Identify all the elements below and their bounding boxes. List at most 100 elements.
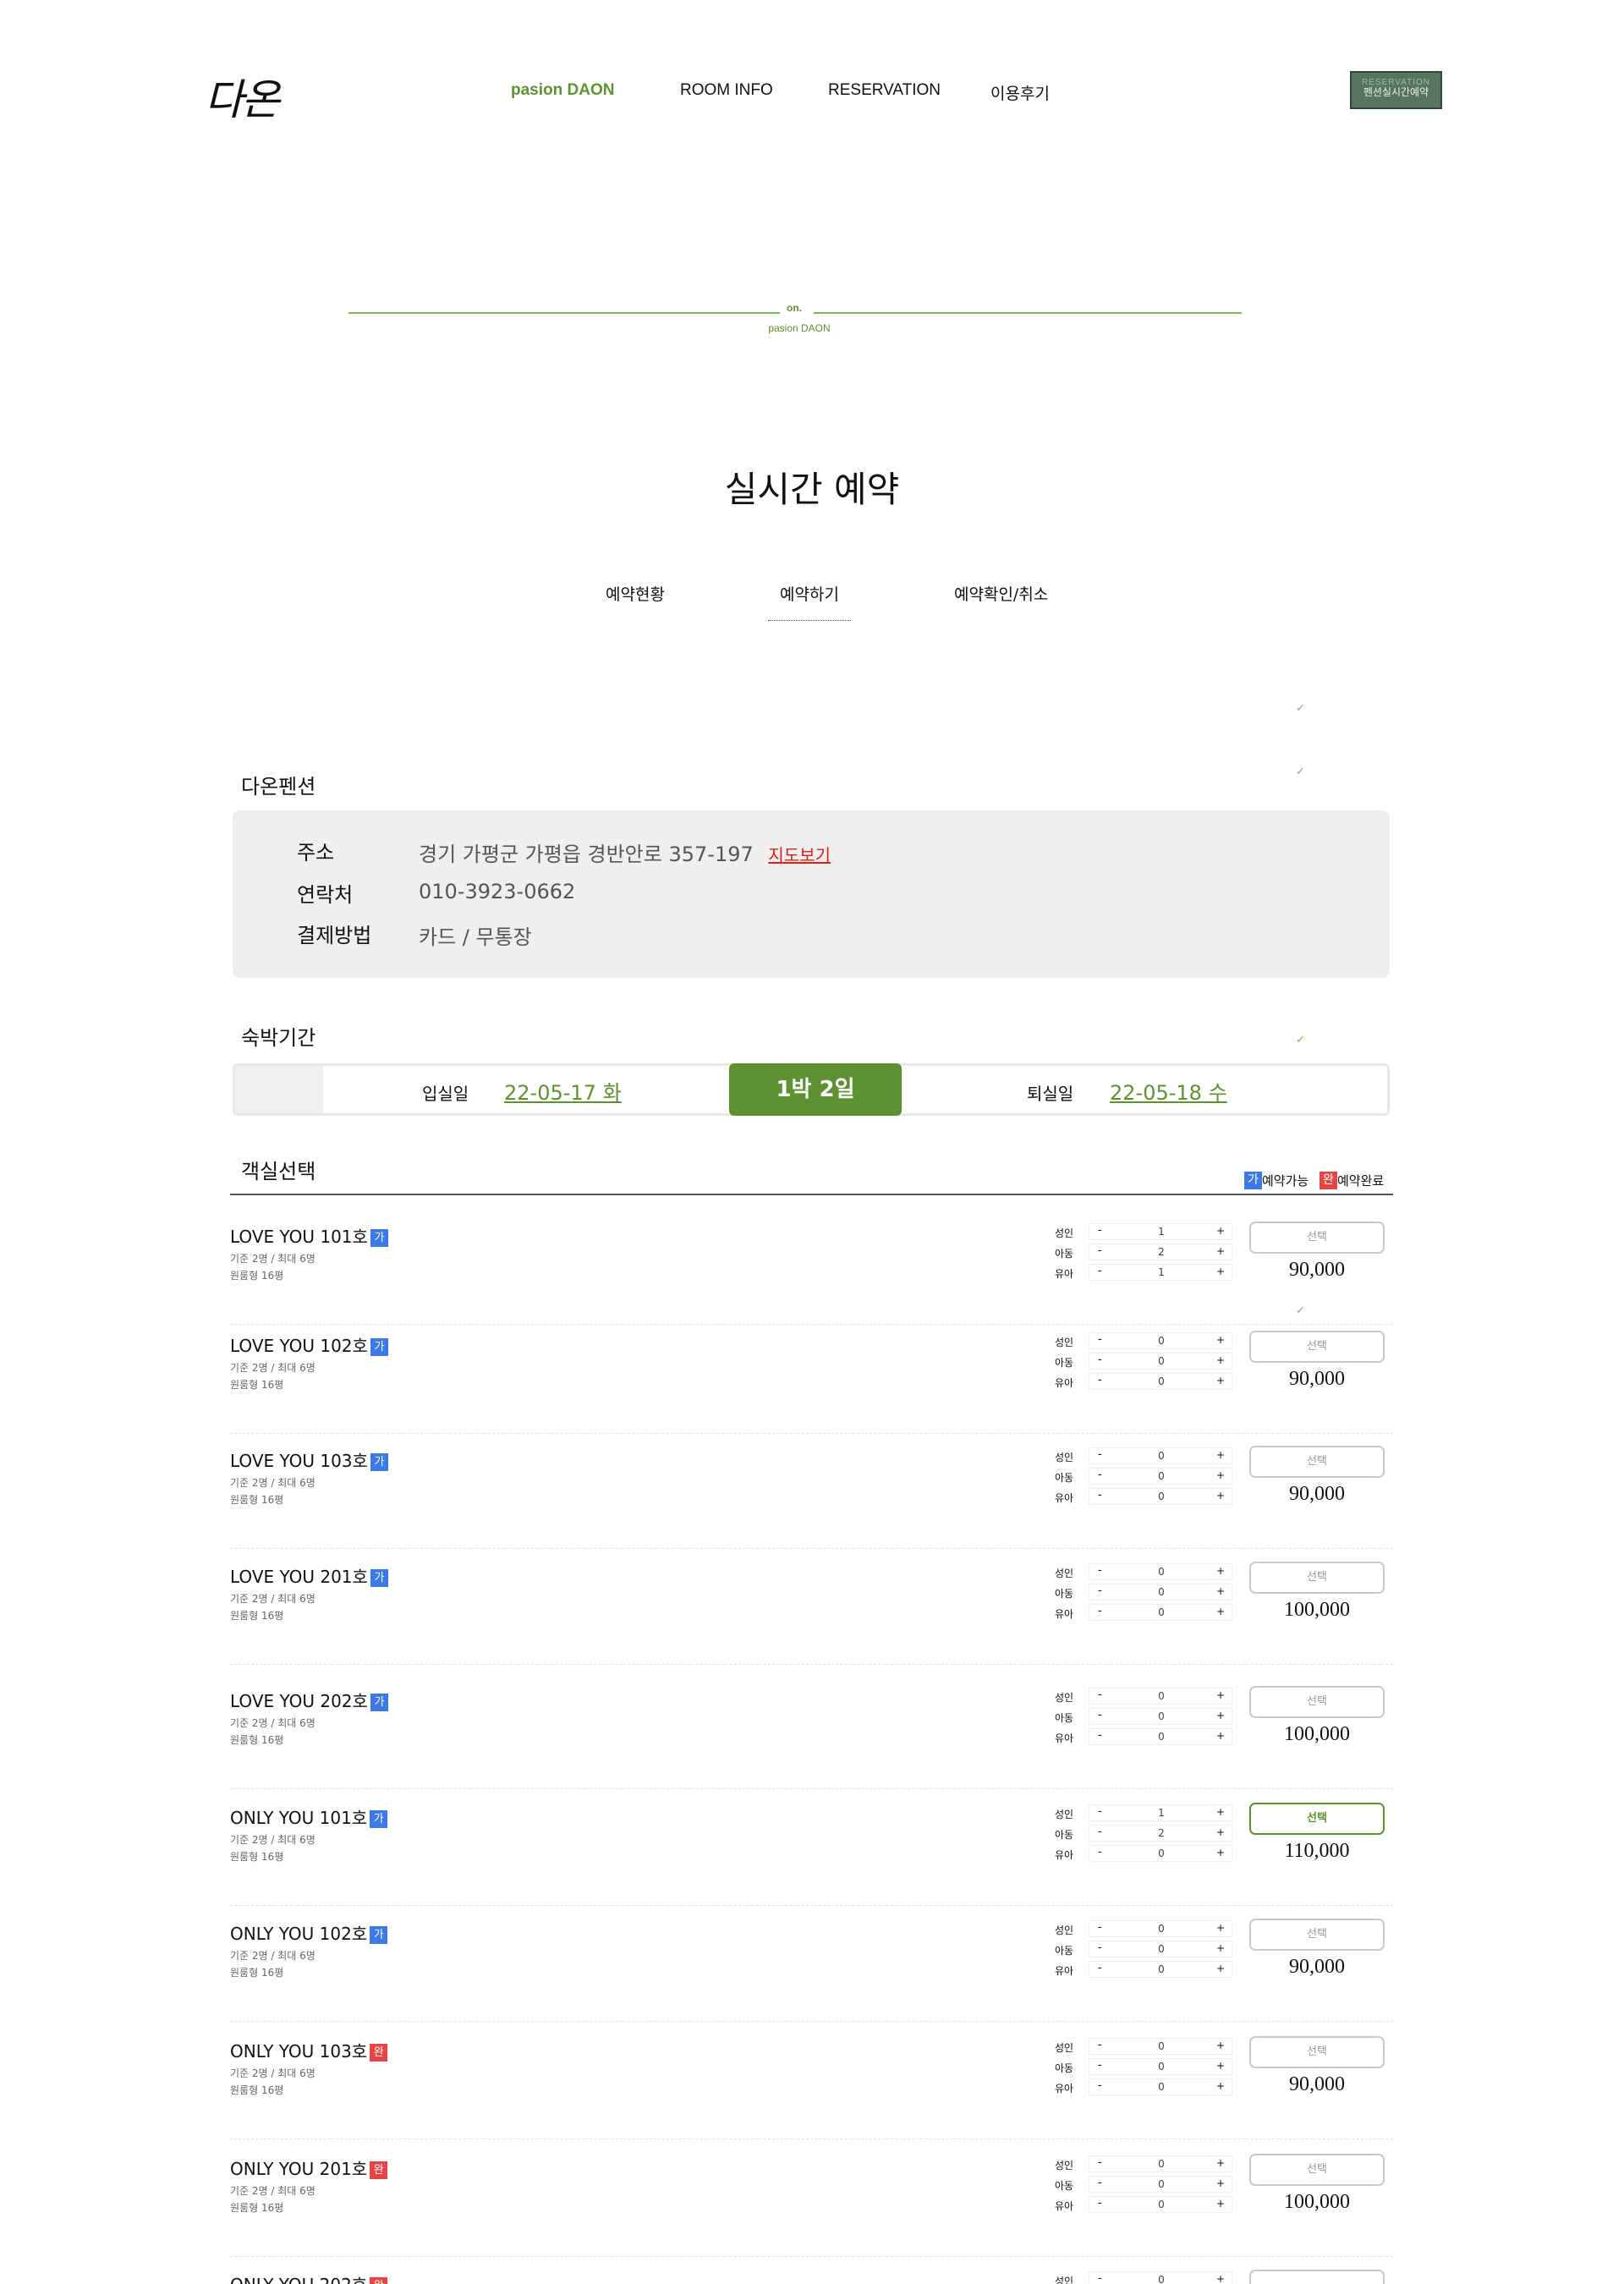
counter-label: 유아 bbox=[1055, 1377, 1074, 1389]
select-room-button[interactable] bbox=[1249, 2270, 1385, 2284]
address-label: 주소 bbox=[297, 841, 335, 865]
brand-sub-text: pasion DAON bbox=[768, 322, 831, 334]
increment-button[interactable]: + bbox=[1216, 1847, 1225, 1858]
increment-button[interactable]: + bbox=[1216, 2080, 1225, 2092]
counter-box: -0 + bbox=[1089, 2038, 1232, 2055]
increment-button[interactable]: + bbox=[1216, 1585, 1225, 1597]
counter-infant: 유아 -0 + bbox=[1055, 1373, 1232, 1392]
increment-button[interactable]: + bbox=[1216, 1266, 1225, 1277]
select-room-button[interactable]: 선택 bbox=[1249, 2036, 1385, 2068]
counter-adult: 성인 -0 + bbox=[1055, 1920, 1232, 1939]
increment-button[interactable]: + bbox=[1216, 2273, 1225, 2284]
nav-item-reviews[interactable]: 이용후기 bbox=[990, 81, 1050, 104]
increment-button[interactable]: + bbox=[1216, 1375, 1225, 1386]
increment-button[interactable]: + bbox=[1216, 2060, 1225, 2072]
increment-button[interactable]: + bbox=[1216, 1730, 1225, 1742]
counter-label: 아동 bbox=[1055, 1588, 1074, 1600]
phone-value: 010-3923-0662 bbox=[419, 880, 576, 903]
increment-button[interactable]: + bbox=[1216, 1606, 1225, 1617]
increment-button[interactable]: + bbox=[1216, 1942, 1225, 1954]
increment-button[interactable]: + bbox=[1216, 2177, 1225, 2189]
increment-button[interactable]: + bbox=[1216, 1245, 1225, 1257]
stay-left-cell bbox=[235, 1066, 323, 1113]
nav-item-room-info[interactable]: ROOM INFO bbox=[680, 81, 773, 100]
increment-button[interactable]: + bbox=[1216, 1334, 1225, 1346]
counter-value: 1 bbox=[1158, 1226, 1165, 1238]
room-name-text: ONLY YOU 102호 bbox=[230, 1924, 368, 1944]
room-capacity: 기준 2명 / 최대 6명 bbox=[230, 2185, 315, 2197]
nav-item-reservation[interactable]: RESERVATION bbox=[828, 81, 941, 100]
room-price: 90,000 bbox=[1289, 2073, 1345, 2095]
increment-button[interactable]: + bbox=[1216, 1826, 1225, 1838]
select-room-button[interactable]: 선택 bbox=[1249, 1331, 1385, 1363]
select-room-button[interactable]: 선택 bbox=[1249, 2154, 1385, 2186]
select-room-button[interactable]: 선택 bbox=[1249, 1803, 1385, 1835]
increment-button[interactable]: + bbox=[1216, 1490, 1225, 1502]
room-row: LOVE YOU 102호 가 기준 2명 / 최대 6명 원룸형 16평 성인 -0 + 아… bbox=[230, 1331, 1393, 1434]
counter-label: 유아 bbox=[1055, 1608, 1074, 1620]
increment-button[interactable]: + bbox=[1216, 2157, 1225, 2169]
increment-button[interactable]: + bbox=[1216, 2040, 1225, 2051]
counter-box: -1 + bbox=[1089, 1804, 1232, 1821]
increment-button[interactable]: + bbox=[1216, 1806, 1225, 1818]
counter-label: 유아 bbox=[1055, 2083, 1074, 2095]
select-room-button[interactable]: 선택 bbox=[1249, 1562, 1385, 1594]
increment-button[interactable]: + bbox=[1216, 1469, 1225, 1481]
select-room-button[interactable]: 선택 bbox=[1249, 1919, 1385, 1951]
room-size: 원룸형 16평 bbox=[230, 1851, 284, 1863]
completed-badge: 완 bbox=[370, 2044, 388, 2062]
map-link[interactable]: 지도보기 bbox=[768, 845, 831, 865]
counter-adult: 성인 -1 + bbox=[1055, 1223, 1232, 1242]
nav-item-pasion-daon[interactable]: pasion DAON bbox=[511, 81, 614, 100]
room-name: LOVE YOU 101호 가 bbox=[230, 1223, 388, 1248]
counter-child: 아동 -0 + bbox=[1055, 1584, 1232, 1602]
counter-value: 0 bbox=[1158, 1450, 1165, 1462]
counter-label: 성인 bbox=[1055, 2276, 1074, 2284]
select-room-button[interactable]: 선택 bbox=[1249, 1686, 1385, 1718]
tab-reservation-status[interactable]: 예약현황 bbox=[606, 582, 665, 605]
room-name: LOVE YOU 201호 가 bbox=[230, 1563, 388, 1588]
room-name-text: ONLY YOU 101호 bbox=[230, 1808, 368, 1828]
room-row: LOVE YOU 101호 가 기준 2명 / 최대 6명 원룸형 16평 성인 -1 + 아… bbox=[230, 1222, 1393, 1325]
increment-button[interactable]: + bbox=[1216, 1710, 1225, 1721]
legend-completed-text: 예약완료 bbox=[1336, 1173, 1385, 1189]
increment-button[interactable]: + bbox=[1216, 1225, 1225, 1237]
increment-button[interactable]: + bbox=[1216, 1449, 1225, 1461]
increment-button[interactable]: + bbox=[1216, 1963, 1225, 1974]
tab-make-reservation[interactable]: 예약하기 bbox=[768, 582, 851, 621]
checkin-date[interactable]: 22-05-17 화 bbox=[504, 1076, 622, 1106]
counter-value: 0 bbox=[1158, 1943, 1165, 1955]
counter-value: 0 bbox=[1158, 2081, 1165, 2093]
increment-button[interactable]: + bbox=[1216, 1565, 1225, 1577]
check-icon: ✓ bbox=[1296, 766, 1305, 778]
counter-value: 2 bbox=[1158, 1246, 1165, 1258]
available-badge: 가 bbox=[370, 1569, 388, 1587]
counter-box: -1 + bbox=[1089, 1223, 1232, 1240]
counter-box: -0 + bbox=[1089, 1468, 1232, 1485]
counter-value: 0 bbox=[1158, 1923, 1165, 1935]
room-capacity: 기준 2명 / 최대 6명 bbox=[230, 1253, 315, 1265]
room-name: LOVE YOU 103호 가 bbox=[230, 1447, 388, 1472]
counter-label: 성인 bbox=[1055, 1337, 1074, 1348]
room-name: ONLY YOU 103호 완 bbox=[230, 2038, 388, 2062]
increment-button[interactable]: + bbox=[1216, 2198, 1225, 2210]
payment-label: 결제방법 bbox=[297, 924, 372, 947]
counter-value: 0 bbox=[1158, 1375, 1165, 1387]
counter-label: 성인 bbox=[1055, 1924, 1074, 1936]
select-room-button[interactable]: 선택 bbox=[1249, 1446, 1385, 1478]
counter-infant: 유아 -0 + bbox=[1055, 2078, 1232, 2097]
increment-button[interactable]: + bbox=[1216, 1689, 1225, 1701]
counter-adult: 성인 -0 + bbox=[1055, 2271, 1232, 2284]
tab-confirm-cancel[interactable]: 예약확인/취소 bbox=[954, 582, 1048, 605]
increment-button[interactable]: + bbox=[1216, 1354, 1225, 1366]
legend-available-badge: 가 bbox=[1244, 1172, 1262, 1189]
counter-box: -0 + bbox=[1089, 1845, 1232, 1862]
room-capacity: 기준 2명 / 최대 6명 bbox=[230, 1950, 315, 1962]
realtime-reservation-button[interactable]: RESERVATION 펜션실시간예약 bbox=[1350, 71, 1442, 109]
select-room-button[interactable]: 선택 bbox=[1249, 1222, 1385, 1254]
counter-box: -0 + bbox=[1089, 1688, 1232, 1705]
checkout-date[interactable]: 22-05-18 수 bbox=[1110, 1076, 1227, 1106]
increment-button[interactable]: + bbox=[1216, 1922, 1225, 1934]
room-row: LOVE YOU 201호 가 기준 2명 / 최대 6명 원룸형 16평 성인 -0 + 아… bbox=[230, 1562, 1393, 1665]
counter-adult: 성인 -0 + bbox=[1055, 2038, 1232, 2056]
